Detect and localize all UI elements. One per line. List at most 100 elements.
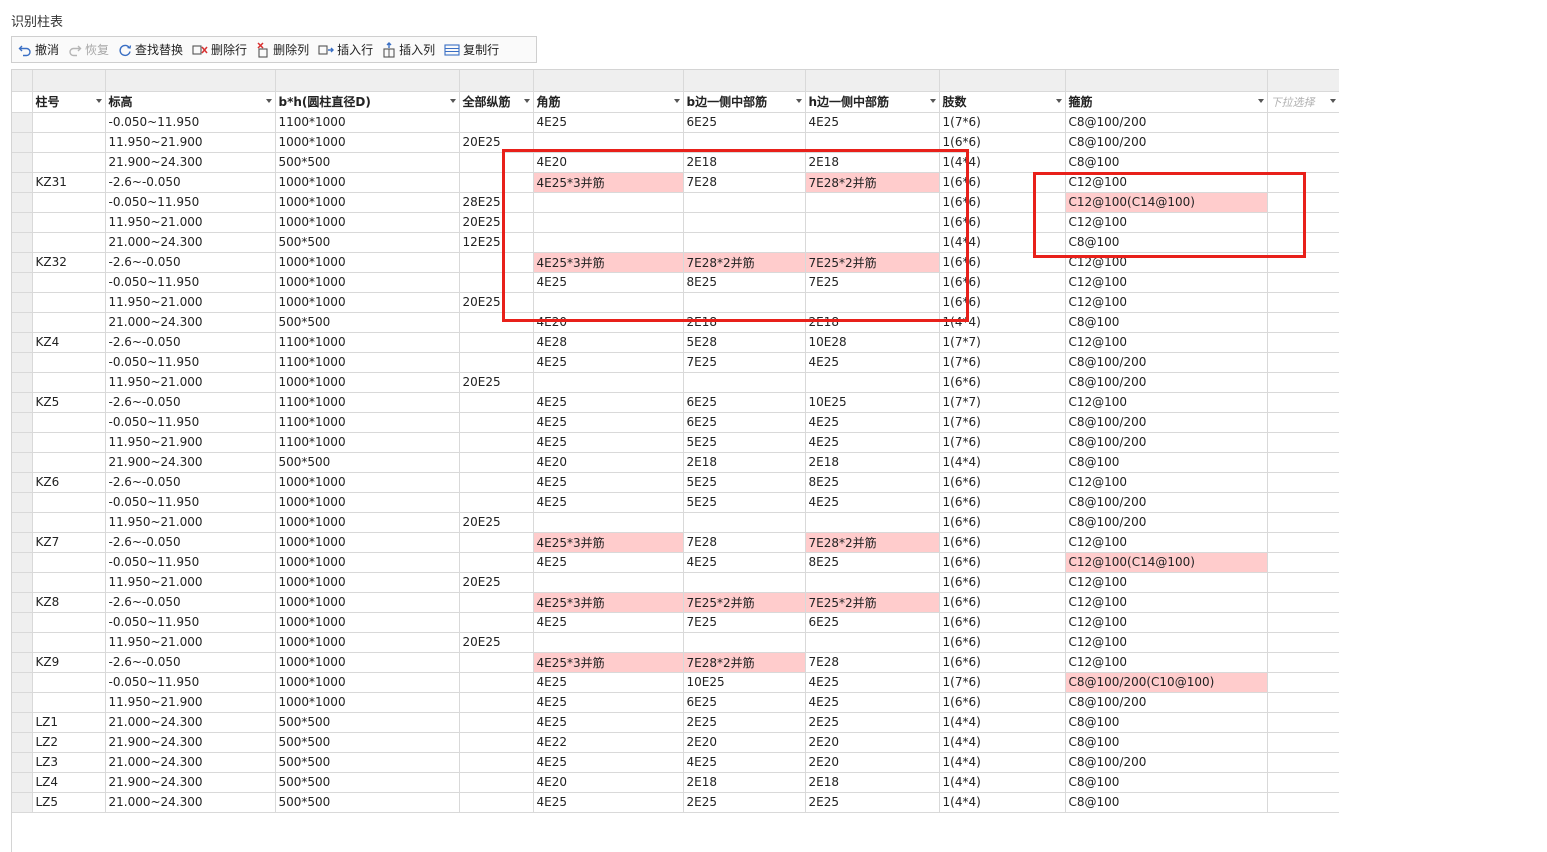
table-cell[interactable]: 500*500 [275, 152, 460, 173]
row-header[interactable] [12, 552, 33, 573]
table-cell[interactable]: -2.6~-0.050 [105, 332, 276, 353]
table-cell[interactable]: -0.050~11.950 [105, 492, 276, 513]
table-cell[interactable]: 11.950~21.900 [105, 692, 276, 713]
table-cell[interactable]: C8@100/200 [1065, 512, 1268, 533]
table-cell[interactable] [32, 572, 106, 593]
table-cell[interactable]: 1(6*6) [939, 652, 1066, 673]
table-cell[interactable]: C12@100 [1065, 332, 1268, 353]
table-cell[interactable]: 1(4*4) [939, 772, 1066, 793]
table-cell[interactable]: 1000*1000 [275, 272, 460, 293]
table-cell[interactable]: 1100*1000 [275, 332, 460, 353]
row-header[interactable] [12, 672, 33, 693]
table-cell[interactable]: 4E22 [533, 732, 684, 753]
table-cell[interactable]: C8@100/200 [1065, 752, 1268, 773]
table-cell[interactable]: C8@100 [1065, 712, 1268, 733]
table-cell[interactable]: 500*500 [275, 452, 460, 473]
table-cell[interactable]: 7E28*2并筋 [683, 652, 806, 673]
table-cell[interactable] [1267, 772, 1339, 793]
table-cell[interactable]: 1(6*6) [939, 472, 1066, 493]
table-cell[interactable]: 4E25 [533, 612, 684, 633]
table-cell[interactable] [1267, 592, 1339, 613]
table-cell[interactable]: 7E25*2并筋 [805, 592, 940, 613]
table-cell[interactable]: -0.050~11.950 [105, 272, 276, 293]
table-cell[interactable] [683, 512, 806, 533]
table-cell[interactable] [683, 372, 806, 393]
table-cell[interactable]: 1000*1000 [275, 512, 460, 533]
row-header[interactable] [12, 292, 33, 313]
table-cell[interactable]: 1000*1000 [275, 212, 460, 233]
table-cell[interactable]: KZ9 [32, 652, 106, 673]
table-cell[interactable]: 7E25 [683, 352, 806, 373]
table-cell[interactable] [1267, 452, 1339, 473]
table-cell[interactable]: 1000*1000 [275, 632, 460, 653]
table-cell[interactable]: 4E25*3并筋 [533, 652, 684, 673]
column-header[interactable]: 肢数 [939, 91, 1066, 113]
table-cell[interactable]: 4E25*3并筋 [533, 532, 684, 553]
table-cell[interactable]: 1(6*6) [939, 612, 1066, 633]
table-cell[interactable] [1267, 652, 1339, 673]
row-header[interactable] [12, 192, 33, 213]
table-cell[interactable] [32, 352, 106, 373]
table-cell[interactable]: 4E25 [533, 472, 684, 493]
table-cell[interactable]: C8@100 [1065, 792, 1268, 813]
table-cell[interactable] [1267, 472, 1339, 493]
table-cell[interactable]: 500*500 [275, 792, 460, 813]
table-cell[interactable]: 11.950~21.000 [105, 372, 276, 393]
table-cell[interactable]: -0.050~11.950 [105, 352, 276, 373]
table-cell[interactable]: -0.050~11.950 [105, 412, 276, 433]
dropdown-arrow-icon[interactable] [265, 98, 272, 103]
row-header[interactable] [12, 332, 33, 353]
table-cell[interactable] [805, 632, 940, 653]
table-cell[interactable] [533, 372, 684, 393]
column-header[interactable]: 角筋 [533, 91, 684, 113]
table-cell[interactable] [32, 132, 106, 153]
table-cell[interactable]: C8@100/200 [1065, 352, 1268, 373]
table-cell[interactable]: 1(6*6) [939, 592, 1066, 613]
table-cell[interactable]: 10E28 [805, 332, 940, 353]
table-cell[interactable]: 21.900~24.300 [105, 732, 276, 753]
row-header[interactable] [12, 412, 33, 433]
table-cell[interactable]: 1000*1000 [275, 132, 460, 153]
table-cell[interactable]: 4E25 [533, 492, 684, 513]
table-cell[interactable]: LZ4 [32, 772, 106, 793]
table-cell[interactable]: 4E25 [533, 672, 684, 693]
table-cell[interactable]: 1(7*7) [939, 392, 1066, 413]
table-cell[interactable]: 8E25 [805, 472, 940, 493]
dropdown-arrow-icon[interactable] [523, 98, 530, 103]
table-cell[interactable]: -0.050~11.950 [105, 112, 276, 133]
table-cell[interactable]: 2E18 [805, 772, 940, 793]
table-cell[interactable] [32, 272, 106, 293]
table-cell[interactable] [459, 432, 534, 453]
dropdown-arrow-icon[interactable] [449, 98, 456, 103]
table-cell[interactable]: 11.950~21.900 [105, 432, 276, 453]
column-header[interactable]: 全部纵筋 [459, 91, 534, 113]
table-cell[interactable]: 6E25 [683, 112, 806, 133]
table-cell[interactable]: 4E25 [533, 412, 684, 433]
table-cell[interactable] [1267, 152, 1339, 173]
table-cell[interactable]: -0.050~11.950 [105, 552, 276, 573]
table-cell[interactable]: KZ7 [32, 532, 106, 553]
table-cell[interactable] [1267, 272, 1339, 293]
table-cell[interactable]: 21.000~24.300 [105, 232, 276, 253]
table-cell[interactable] [459, 412, 534, 433]
table-cell[interactable]: 1(7*6) [939, 432, 1066, 453]
row-header[interactable] [12, 452, 33, 473]
table-cell[interactable]: 1000*1000 [275, 172, 460, 193]
column-header[interactable]: b边一侧中部筋 [683, 91, 806, 113]
table-cell[interactable] [459, 752, 534, 773]
delete-row-button[interactable]: 删除行 [192, 41, 247, 58]
table-cell[interactable]: 4E25 [683, 552, 806, 573]
dropdown-arrow-icon[interactable] [1257, 98, 1264, 103]
table-cell[interactable] [1267, 552, 1339, 573]
table-cell[interactable]: 4E25 [805, 432, 940, 453]
row-header[interactable] [12, 372, 33, 393]
table-cell[interactable] [1267, 432, 1339, 453]
table-cell[interactable]: 5E25 [683, 492, 806, 513]
table-cell[interactable]: 1100*1000 [275, 432, 460, 453]
table-cell[interactable] [32, 212, 106, 233]
table-cell[interactable] [683, 632, 806, 653]
table-cell[interactable] [32, 692, 106, 713]
table-cell[interactable] [1267, 492, 1339, 513]
table-cell[interactable] [1267, 372, 1339, 393]
row-header[interactable] [12, 512, 33, 533]
